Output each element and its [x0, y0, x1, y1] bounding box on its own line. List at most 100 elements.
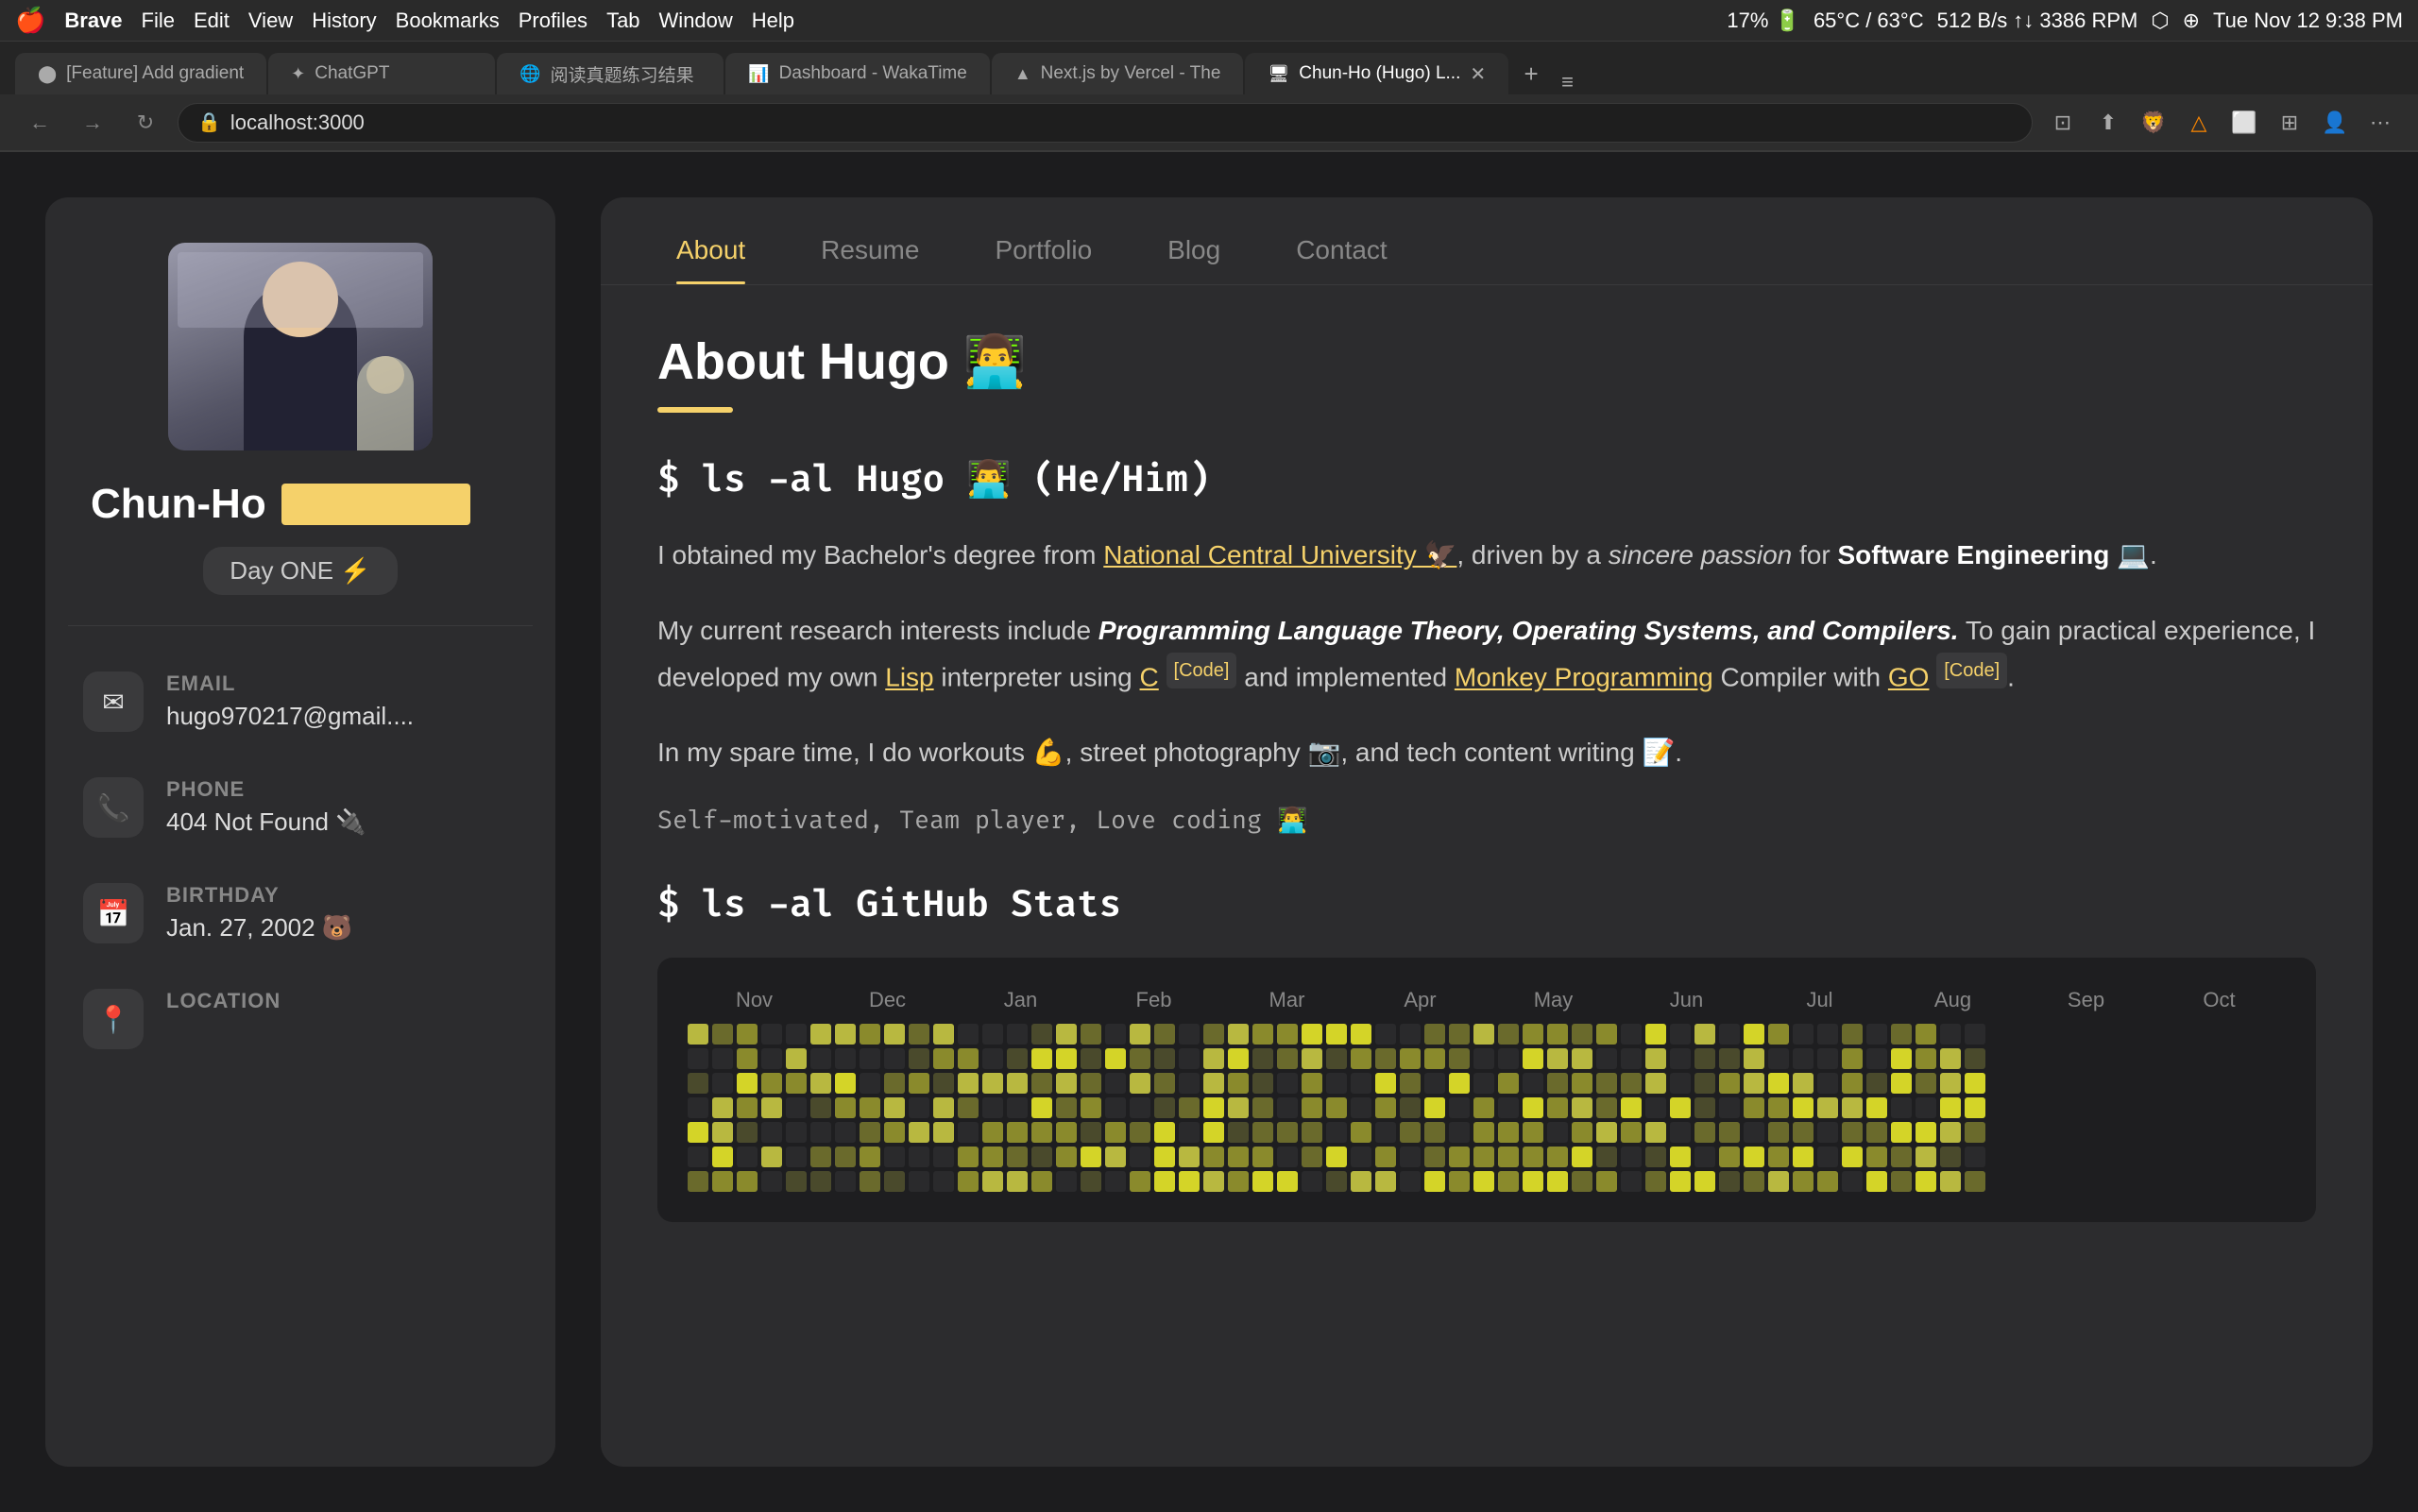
url-text[interactable]: localhost:3000 [230, 110, 2013, 135]
calendar-week-11 [958, 1024, 979, 1192]
bluetooth-icon[interactable]: ⬡ [2151, 8, 2169, 33]
wifi-icon[interactable]: ⊕ [2183, 8, 2200, 33]
calendar-cell [1351, 1024, 1371, 1045]
tab-wakatime[interactable]: 📊 Dashboard - WakaTime [725, 53, 990, 94]
calendar-cell [835, 1073, 856, 1094]
go-link[interactable]: GO [1888, 663, 1930, 692]
menu-history[interactable]: History [312, 8, 376, 33]
tab-resume[interactable]: Resume [783, 216, 957, 284]
title-underline [657, 407, 733, 413]
forward-button[interactable]: → [72, 102, 113, 144]
calendar-cell [1498, 1073, 1519, 1094]
bio-paragraph-2: My current research interests include Pr… [657, 608, 2316, 701]
menu-view[interactable]: View [248, 8, 293, 33]
calendar-cell [1842, 1048, 1863, 1069]
calendar-week-8 [884, 1024, 905, 1192]
calendar-cell [1744, 1122, 1764, 1143]
tab-about[interactable]: About [639, 216, 783, 284]
url-bar[interactable]: 🔒 localhost:3000 [178, 103, 2033, 143]
bio-paragraph-1: I obtained my Bachelor's degree from Nat… [657, 533, 2316, 578]
tab-title-github: [Feature] Add gradient [66, 63, 244, 84]
tab-close-button[interactable]: ✕ [1470, 62, 1486, 86]
settings-icon[interactable]: ⋯ [2361, 104, 2399, 142]
tab-blog[interactable]: Blog [1130, 216, 1258, 284]
calendar-week-33 [1498, 1024, 1519, 1192]
calendar-cell [1596, 1147, 1617, 1167]
location-icon: 📍 [83, 989, 144, 1049]
tab-title-reading: 阅读真题练习结果 [551, 61, 702, 87]
tab-contact[interactable]: Contact [1258, 216, 1425, 284]
monkey-link[interactable]: Monkey Programming [1455, 663, 1713, 692]
content-area: About Hugo 👨‍💻 $ ls -al Hugo 👨‍💻 (He/Him… [601, 285, 2373, 1467]
brave-shield-icon[interactable]: 🦁 [2135, 104, 2172, 142]
extensions-icon[interactable]: ⬜ [2225, 104, 2263, 142]
lisp-link[interactable]: Lisp [885, 663, 933, 692]
ncu-link[interactable]: National Central University 🦅 [1103, 540, 1456, 569]
calendar-cell [1523, 1024, 1543, 1045]
calendar-cell [1154, 1048, 1175, 1069]
menu-edit[interactable]: Edit [194, 8, 230, 33]
calendar-cell [737, 1147, 758, 1167]
sidebar-toggle-icon[interactable]: ⊞ [2271, 104, 2308, 142]
c-link[interactable]: C [1140, 663, 1159, 692]
app-name[interactable]: Brave [64, 8, 122, 33]
tab-reading[interactable]: 🌐 阅读真题练习结果 [497, 53, 724, 94]
calendar-cell [1498, 1024, 1519, 1045]
calendar-cell [1940, 1147, 1961, 1167]
phone-label: PHONE [166, 777, 366, 802]
calendar-cell [1572, 1048, 1592, 1069]
calendar-cell [1523, 1171, 1543, 1192]
share-icon[interactable]: ⬆ [2089, 104, 2127, 142]
calendar-week-36 [1572, 1024, 1592, 1192]
calendar-cell [1793, 1147, 1814, 1167]
calendar-cell [1302, 1024, 1322, 1045]
calendar-cell [1866, 1024, 1887, 1045]
calendar-cell [1694, 1147, 1715, 1167]
apple-menu[interactable]: 🍎 [15, 6, 45, 35]
calendar-week-7 [860, 1024, 880, 1192]
menu-profiles[interactable]: Profiles [519, 8, 587, 33]
calendar-cell [1744, 1073, 1764, 1094]
tab-github[interactable]: ⬤ [Feature] Add gradient [15, 53, 266, 94]
screen-share-icon[interactable]: ⊡ [2044, 104, 2082, 142]
calendar-cell [1203, 1073, 1224, 1094]
menu-file[interactable]: File [142, 8, 175, 33]
calendar-week-46 [1817, 1024, 1838, 1192]
day-badge[interactable]: Day ONE ⚡ [203, 547, 397, 595]
c-code-badge[interactable]: [Code] [1166, 653, 1237, 688]
calendar-week-40 [1670, 1024, 1691, 1192]
tab-hugo-active[interactable]: 🖥 Chun-Ho (Hugo) L... ✕ [1245, 53, 1508, 94]
calendar-cell [1203, 1122, 1224, 1143]
calendar-week-4 [786, 1024, 807, 1192]
menu-help[interactable]: Help [752, 8, 794, 33]
calendar-cell [1965, 1024, 1985, 1045]
calendar-cell [1105, 1073, 1126, 1094]
calendar-cell [1866, 1147, 1887, 1167]
tab-nextjs[interactable]: ▲ Next.js by Vercel - The [992, 53, 1244, 94]
tab-portfolio[interactable]: Portfolio [957, 216, 1130, 284]
reload-button[interactable]: ↻ [125, 102, 166, 144]
calendar-cell [860, 1073, 880, 1094]
calendar-cell [712, 1171, 733, 1192]
tab-chatgpt[interactable]: ✦ ChatGPT [268, 53, 495, 94]
back-button[interactable]: ← [19, 102, 60, 144]
calendar-cell [1400, 1147, 1421, 1167]
calendar-cell [1916, 1048, 1936, 1069]
calendar-cell [1965, 1147, 1985, 1167]
menu-tab[interactable]: Tab [606, 8, 639, 33]
menu-bookmarks[interactable]: Bookmarks [396, 8, 500, 33]
calendar-week-15 [1056, 1024, 1077, 1192]
profile-icon[interactable]: 👤 [2316, 104, 2354, 142]
email-content: EMAIL hugo970217@gmail.... [166, 671, 414, 731]
go-code-badge[interactable]: [Code] [1936, 653, 2007, 688]
menu-window[interactable]: Window [659, 8, 733, 33]
calendar-cell [1866, 1097, 1887, 1118]
new-tab-button[interactable]: + [1510, 53, 1552, 94]
brave-rewards-icon[interactable]: △ [2180, 104, 2218, 142]
calendar-cell [1473, 1024, 1494, 1045]
calendar-cell [1130, 1097, 1150, 1118]
calendar-cell [933, 1024, 954, 1045]
tab-list-button[interactable]: ≡ [1554, 70, 1581, 94]
calendar-cell [1228, 1024, 1249, 1045]
month-feb: Feb [1087, 988, 1220, 1012]
